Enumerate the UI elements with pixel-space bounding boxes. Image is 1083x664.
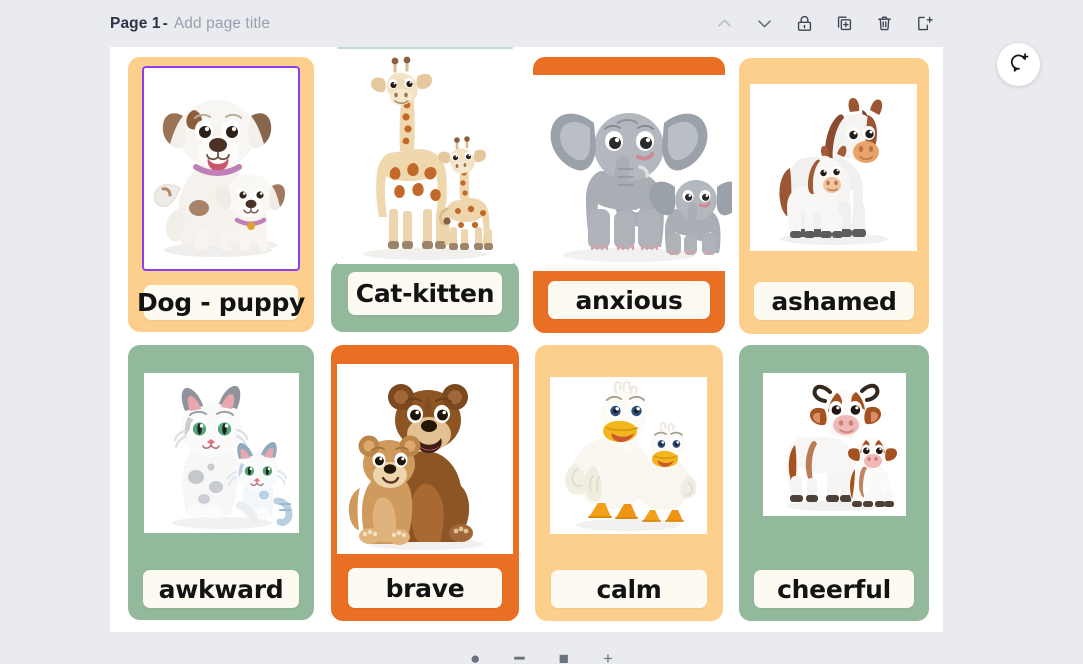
card-label-text: brave bbox=[385, 573, 465, 603]
card-label-text: Dog - puppy bbox=[136, 288, 306, 317]
zoom-out-icon: ● bbox=[470, 649, 481, 664]
app-root: Page 1- Add page title Dog - puppy Cat-k… bbox=[0, 0, 1083, 664]
page-number-label: Page 1 bbox=[110, 14, 161, 32]
card-artwork bbox=[550, 377, 707, 534]
card-label-7[interactable]: calm bbox=[551, 570, 707, 608]
card-label-5[interactable]: awkward bbox=[143, 570, 299, 608]
card-artwork bbox=[337, 364, 513, 554]
page-header: Page 1- Add page title bbox=[110, 0, 943, 47]
plus-icon: + bbox=[602, 649, 613, 664]
card-label-text: anxious bbox=[575, 285, 683, 315]
flashcard-4[interactable]: ashamed bbox=[739, 58, 929, 334]
duck-and-duckling-illustration[interactable] bbox=[550, 377, 707, 534]
add-page-button[interactable] bbox=[911, 11, 937, 37]
flashcard-6[interactable]: brave bbox=[331, 345, 519, 621]
page-title-separator: - bbox=[162, 14, 168, 32]
card-label-3[interactable]: anxious bbox=[548, 281, 710, 319]
add-page-icon bbox=[915, 14, 934, 33]
add-comment-icon bbox=[1008, 51, 1030, 78]
card-label-text: cheerful bbox=[777, 574, 891, 604]
fit-icon: ■ bbox=[558, 649, 569, 664]
card-artwork bbox=[526, 75, 732, 271]
card-label-text: Cat-kitten bbox=[355, 279, 495, 308]
page-title: Page 1- Add page title bbox=[110, 15, 270, 33]
move-page-down-button[interactable] bbox=[751, 11, 777, 37]
cat-and-kitten-illustration[interactable] bbox=[144, 373, 299, 533]
add-comment-button[interactable] bbox=[997, 43, 1040, 86]
flashcard-3[interactable]: anxious bbox=[526, 57, 732, 333]
duplicate-page-button[interactable] bbox=[831, 11, 857, 37]
card-artwork bbox=[144, 373, 299, 533]
flashcard-5[interactable]: awkward bbox=[128, 345, 314, 620]
card-artwork bbox=[750, 84, 917, 251]
card-label-1[interactable]: Dog - puppy bbox=[137, 285, 305, 320]
delete-page-button[interactable] bbox=[871, 11, 897, 37]
card-label-text: ashamed bbox=[771, 286, 897, 316]
chevron-up-icon bbox=[715, 14, 734, 33]
card-label-8[interactable]: cheerful bbox=[754, 570, 914, 608]
card-label-6[interactable]: brave bbox=[348, 568, 502, 608]
cow-and-calf-illustration[interactable] bbox=[763, 373, 906, 516]
page-toolbar bbox=[711, 11, 943, 37]
flashcard-1[interactable]: Dog - puppy bbox=[128, 57, 314, 332]
horse-and-foal-illustration[interactable] bbox=[750, 84, 917, 251]
card-artwork bbox=[337, 49, 513, 264]
card-artwork bbox=[144, 68, 298, 269]
giraffe-and-calf-illustration[interactable] bbox=[337, 49, 513, 264]
card-artwork bbox=[763, 373, 906, 516]
flashcard-2[interactable]: Cat-kitten bbox=[331, 46, 519, 332]
flashcard-8[interactable]: cheerful bbox=[739, 345, 929, 621]
card-label-text: awkward bbox=[158, 574, 284, 604]
dog-and-puppy-illustration[interactable] bbox=[142, 66, 300, 271]
card-label-2[interactable]: Cat-kitten bbox=[348, 272, 502, 315]
duplicate-icon bbox=[835, 14, 854, 33]
bottom-toolbar-sliver: ● ━ ■ + bbox=[0, 632, 1083, 664]
add-page-title-placeholder[interactable]: Add page title bbox=[174, 15, 270, 32]
card-label-text: calm bbox=[596, 574, 662, 604]
lock-page-button[interactable] bbox=[791, 11, 817, 37]
page-canvas[interactable]: Dog - puppy Cat-kitten anxious ashamed a… bbox=[110, 47, 943, 632]
bear-and-cub-illustration[interactable] bbox=[337, 364, 513, 554]
trash-icon bbox=[875, 14, 894, 33]
chevron-down-icon bbox=[755, 14, 774, 33]
card-label-4[interactable]: ashamed bbox=[754, 282, 914, 320]
lock-icon bbox=[795, 14, 814, 33]
flashcard-7[interactable]: calm bbox=[535, 345, 723, 621]
elephant-and-calf-illustration[interactable] bbox=[526, 75, 732, 271]
slider-icon: ━ bbox=[514, 649, 525, 664]
move-page-up-button[interactable] bbox=[711, 11, 737, 37]
